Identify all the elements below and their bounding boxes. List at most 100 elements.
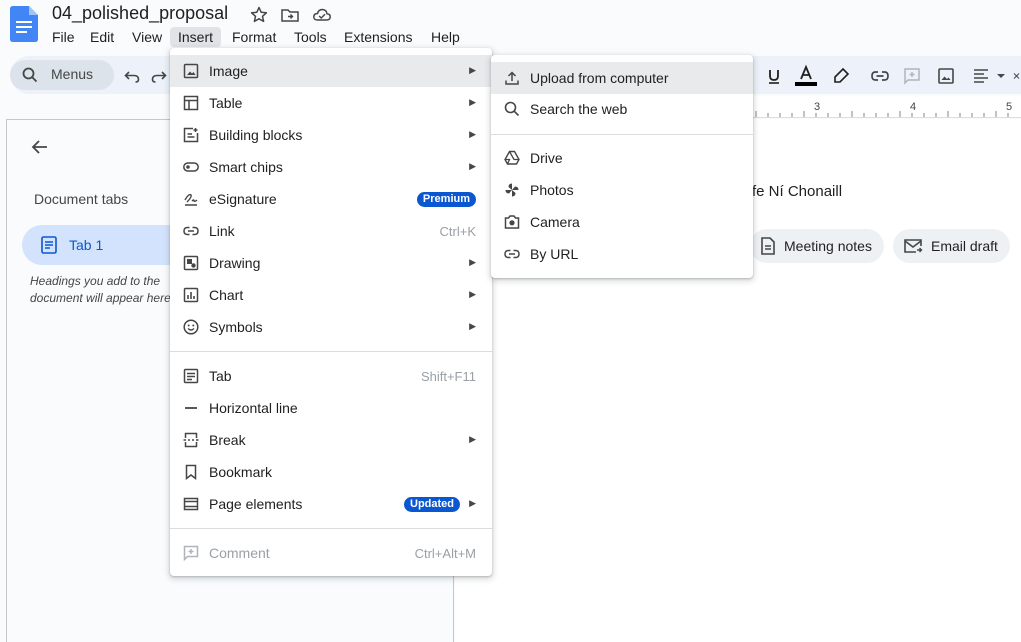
email-draft-label: Email draft	[931, 238, 998, 254]
image-submenu: Upload from computer Search the web Driv…	[491, 55, 753, 278]
tab-icon	[183, 368, 199, 384]
move-folder-icon[interactable]	[280, 5, 300, 25]
tab-1-label: Tab 1	[69, 237, 104, 253]
chart-icon	[183, 287, 199, 303]
menu-item-upload-from-computer[interactable]: Upload from computer	[491, 62, 753, 94]
menu-item-label: Drawing	[209, 255, 261, 271]
menu-item-drive[interactable]: Drive	[491, 142, 753, 174]
menu-item-chart[interactable]: Chart ▶	[170, 279, 492, 311]
updated-badge: Updated	[404, 497, 460, 512]
meeting-notes-label: Meeting notes	[784, 238, 872, 254]
drive-icon	[504, 150, 520, 166]
menu-item-tab[interactable]: Tab Shift+F11	[170, 360, 492, 392]
horizontal-line-icon	[183, 400, 199, 416]
bookmark-icon	[183, 464, 199, 480]
menu-insert[interactable]: Insert	[170, 27, 222, 47]
meeting-notes-chip[interactable]: Meeting notes	[750, 229, 884, 263]
menu-edit[interactable]: Edit	[82, 27, 122, 47]
cloud-saved-icon[interactable]	[312, 5, 332, 25]
menu-item-table[interactable]: Table ▶	[170, 87, 492, 119]
menu-item-label: Symbols	[209, 319, 263, 335]
smiley-icon	[183, 319, 199, 335]
menu-tools[interactable]: Tools	[286, 27, 335, 47]
menus-search[interactable]: Menus	[10, 60, 114, 90]
submenu-arrow-icon: ▶	[469, 257, 476, 267]
back-arrow-icon[interactable]	[30, 137, 50, 157]
add-comment-icon[interactable]	[900, 64, 924, 88]
menu-item-label: Bookmark	[209, 464, 273, 480]
document-body-text[interactable]: fe Ní Chonaill	[752, 183, 842, 200]
menu-item-label: Building blocks	[209, 127, 303, 143]
premium-badge: Premium	[416, 192, 476, 207]
signature-icon	[183, 191, 199, 207]
more-tools-icon[interactable]	[1012, 64, 1021, 88]
menu-extensions[interactable]: Extensions	[336, 27, 420, 47]
search-icon	[504, 101, 520, 117]
undo-icon[interactable]	[120, 64, 144, 88]
insert-image-icon[interactable]	[934, 64, 958, 88]
menu-item-label: Photos	[530, 182, 574, 198]
align-dropdown-icon[interactable]	[972, 64, 1010, 88]
menu-item-esignature[interactable]: eSignature Premium	[170, 183, 492, 215]
menu-item-label: Break	[209, 432, 246, 448]
menu-divider	[491, 134, 753, 135]
shortcut-text: Ctrl+K	[439, 224, 476, 239]
document-title[interactable]: 04_polished_proposal	[52, 3, 228, 24]
menu-item-camera[interactable]: Camera	[491, 206, 753, 238]
star-icon[interactable]	[249, 5, 269, 25]
redo-icon[interactable]	[150, 64, 168, 88]
photos-icon	[504, 182, 520, 198]
menu-item-label: Comment	[209, 545, 270, 561]
menu-item-photos[interactable]: Photos	[491, 174, 753, 206]
menu-item-link[interactable]: Link Ctrl+K	[170, 215, 492, 247]
menu-item-smart-chips[interactable]: Smart chips ▶	[170, 151, 492, 183]
menu-item-label: Table	[209, 95, 243, 111]
underline-icon[interactable]	[762, 64, 786, 88]
building-blocks-icon	[183, 127, 199, 143]
document-tab-icon	[41, 236, 57, 254]
menu-item-label: By URL	[530, 246, 579, 262]
insert-link-icon[interactable]	[868, 64, 892, 88]
insert-menu: Image ▶ Table ▶ Building blocks ▶ Smart …	[170, 48, 492, 576]
ruler-number: 4	[910, 101, 917, 113]
shortcut-text: Shift+F11	[420, 369, 476, 384]
submenu-arrow-icon: ▶	[469, 129, 476, 139]
meeting-notes-icon	[761, 237, 775, 255]
menu-item-label: Image	[209, 63, 248, 79]
menu-item-label: Camera	[530, 214, 580, 230]
menu-item-label: eSignature	[209, 191, 277, 207]
menu-item-by-url[interactable]: By URL	[491, 238, 753, 270]
menu-item-label: Smart chips	[209, 159, 283, 175]
page-elements-icon	[183, 496, 199, 512]
menu-item-label: Upload from computer	[530, 70, 669, 86]
ruler-number: 3	[814, 101, 821, 113]
menu-divider	[170, 351, 492, 352]
submenu-arrow-icon: ▶	[469, 434, 476, 444]
menu-item-label: Drive	[530, 150, 563, 166]
menu-item-page-elements[interactable]: Page elements Updated ▶	[170, 488, 492, 520]
search-icon	[22, 67, 38, 83]
menu-format[interactable]: Format	[224, 27, 284, 47]
menus-search-label: Menus	[51, 66, 94, 82]
menu-item-drawing[interactable]: Drawing ▶	[170, 247, 492, 279]
highlight-color-icon[interactable]	[829, 64, 853, 88]
menu-item-comment: Comment Ctrl+Alt+M	[170, 537, 492, 569]
menu-help[interactable]: Help	[423, 27, 468, 47]
email-draft-chip[interactable]: Email draft	[893, 229, 1010, 263]
text-color-icon[interactable]	[794, 64, 818, 88]
menu-item-break[interactable]: Break ▶	[170, 424, 492, 456]
upload-icon	[504, 70, 520, 86]
comment-icon	[183, 545, 199, 561]
menu-file[interactable]: File	[44, 27, 83, 47]
menu-item-bookmark[interactable]: Bookmark	[170, 456, 492, 488]
menu-item-building-blocks[interactable]: Building blocks ▶	[170, 119, 492, 151]
menu-item-image[interactable]: Image ▶	[170, 55, 492, 87]
menu-item-label: Horizontal line	[209, 400, 298, 416]
drawing-icon	[183, 255, 199, 271]
menu-item-symbols[interactable]: Symbols ▶	[170, 311, 492, 343]
menu-item-search-the-web[interactable]: Search the web	[491, 93, 753, 125]
menu-view[interactable]: View	[124, 27, 170, 47]
docs-logo-icon[interactable]	[10, 6, 38, 42]
menu-item-label: Tab	[209, 368, 232, 384]
menu-item-horizontal-line[interactable]: Horizontal line	[170, 392, 492, 424]
